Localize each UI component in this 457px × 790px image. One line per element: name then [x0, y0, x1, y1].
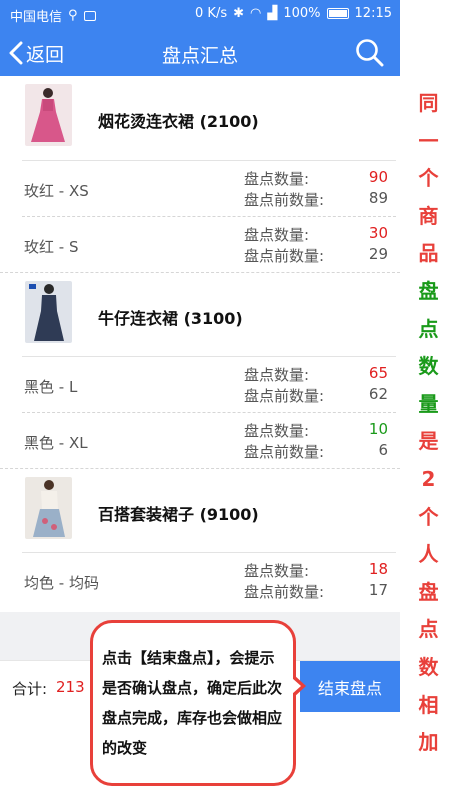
wifi-icon: ◠	[250, 6, 262, 21]
before-count-value: 89	[368, 189, 388, 207]
inventory-list: 烟花烫连衣裙 (2100) 玫红 - XS 盘点数量: 盘点前数量: 90 89…	[0, 76, 400, 612]
callout-text: 点击【结束盘点】，会提示是否确认盘点，确定后此次盘点完成，库存也会做相应的改变	[102, 649, 283, 757]
annotation-char: 商	[418, 203, 439, 228]
nav-bar: 返回 盘点汇总	[0, 30, 400, 76]
battery-icon	[326, 8, 349, 19]
variant-name: 黑色 - XL	[24, 434, 88, 452]
annotation-char: 数	[418, 654, 439, 679]
annotation-char: 加	[418, 730, 439, 755]
count-label: 盘点数量:	[244, 170, 310, 188]
annotation-char: 盘	[418, 579, 439, 604]
annotation-char: 2	[421, 466, 436, 491]
page-title: 盘点汇总	[161, 45, 238, 67]
annotation-char: 同	[418, 91, 439, 115]
clock: 12:15	[354, 6, 392, 21]
product-thumbnail	[25, 477, 72, 539]
variant-name: 玫红 - S	[24, 238, 79, 256]
annotation-char: 品	[418, 241, 439, 266]
count-value: 90	[368, 168, 388, 186]
before-count-label: 盘点前数量:	[244, 247, 325, 265]
total-value: 213	[56, 678, 85, 696]
variant-name: 玫红 - XS	[24, 182, 89, 200]
carrier-label: 中国电信	[10, 10, 63, 25]
before-count-value: 29	[368, 245, 388, 263]
product-header[interactable]: 烟花烫连衣裙 (2100)	[0, 76, 400, 160]
status-bar: 中国电信 ⚲ 0 K/s ✱ ◠ ▟ 100% 12:15	[0, 0, 400, 30]
annotation-char: 数	[418, 354, 439, 379]
count-label: 盘点数量:	[244, 226, 310, 244]
annotation-char: 点	[418, 617, 439, 642]
count-value: 30	[368, 224, 388, 242]
product-header[interactable]: 牛仔连衣裙 (3100)	[0, 272, 400, 356]
annotation-char: 盘	[418, 278, 439, 303]
before-count-label: 盘点前数量:	[244, 583, 325, 601]
before-count-value: 62	[368, 385, 388, 403]
annotation-char: 人	[418, 542, 439, 567]
search-icon	[356, 39, 384, 67]
product-thumbnail	[25, 84, 72, 146]
count-label: 盘点数量:	[244, 562, 310, 580]
variant-row[interactable]: 玫红 - XS 盘点数量: 盘点前数量: 90 89	[22, 160, 396, 216]
count-value: 65	[368, 364, 388, 382]
product-name: 百搭套装裙子 (9100)	[98, 505, 259, 524]
annotation-char: 是	[418, 429, 439, 454]
end-inventory-button[interactable]: 结束盘点	[300, 661, 400, 713]
signal-icon: ▟	[267, 6, 278, 21]
total-label: 合计:	[12, 680, 48, 698]
count-label: 盘点数量:	[244, 366, 310, 384]
bluetooth-icon: ✱	[233, 6, 245, 21]
variant-name: 黑色 - L	[24, 378, 78, 396]
annotation-char: 点	[418, 316, 439, 341]
annotation-char: 量	[418, 391, 439, 416]
notification-icon	[83, 10, 96, 21]
annotation-char: 相	[418, 692, 439, 717]
before-count-label: 盘点前数量:	[244, 191, 325, 209]
before-count-label: 盘点前数量:	[244, 443, 325, 461]
annotation-char: 一	[418, 128, 439, 153]
annotation-char: 个	[418, 504, 439, 529]
count-value: 18	[368, 560, 388, 578]
annotation-char: 个	[418, 166, 439, 191]
before-count-value: 6	[378, 441, 388, 459]
battery-percent: 100%	[283, 6, 321, 21]
product-thumbnail	[25, 281, 72, 343]
product-name: 烟花烫连衣裙 (2100)	[98, 112, 259, 131]
before-count-value: 17	[368, 581, 388, 599]
product-header[interactable]: 百搭套装裙子 (9100)	[0, 468, 400, 552]
count-label: 盘点数量:	[244, 422, 310, 440]
variant-row[interactable]: 玫红 - S 盘点数量: 盘点前数量: 30 29	[22, 216, 396, 272]
network-speed: 0 K/s	[195, 6, 228, 21]
product-name: 牛仔连衣裙 (3100)	[98, 309, 243, 328]
before-count-label: 盘点前数量:	[244, 387, 325, 405]
variant-row[interactable]: 黑色 - L 盘点数量: 盘点前数量: 65 62	[22, 356, 396, 412]
search-button[interactable]	[354, 37, 386, 69]
callout-pointer-fill	[292, 678, 301, 694]
variant-name: 均色 - 均码	[24, 574, 99, 592]
usb-icon: ⚲	[68, 8, 78, 23]
count-value: 10	[368, 420, 388, 438]
side-annotation: 同一个商品盘点数量是2个人盘点数相加	[400, 85, 457, 762]
variant-row[interactable]: 均色 - 均码 盘点数量: 盘点前数量: 18 17	[22, 552, 396, 608]
variant-row[interactable]: 黑色 - XL 盘点数量: 盘点前数量: 10 6	[22, 412, 396, 468]
